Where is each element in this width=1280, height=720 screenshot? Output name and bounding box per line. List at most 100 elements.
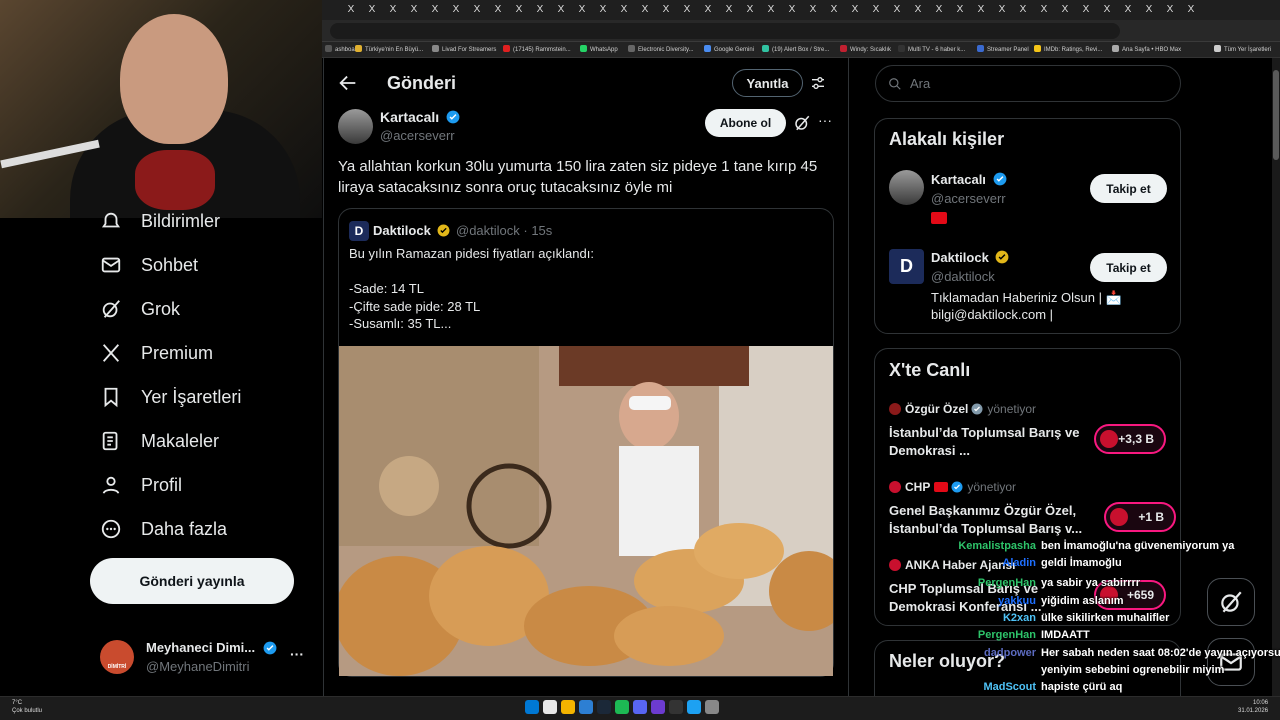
related-avatar[interactable] bbox=[889, 170, 924, 205]
more-options-icon[interactable]: ··· bbox=[818, 113, 834, 130]
tab-close-icon[interactable]: X bbox=[427, 3, 443, 17]
live-host[interactable]: CHP yönetiyor bbox=[889, 480, 1016, 494]
related-avatar[interactable]: D bbox=[889, 249, 924, 284]
nav-item-yer-i-şaretleri[interactable]: Yer İşaretleri bbox=[100, 381, 241, 413]
quote-author-name[interactable]: Daktilock bbox=[373, 223, 450, 238]
twitch-icon[interactable] bbox=[651, 700, 665, 714]
spotify-icon[interactable] bbox=[615, 700, 629, 714]
tab-close-icon[interactable]: X bbox=[1078, 3, 1094, 17]
tab-close-icon[interactable]: X bbox=[616, 3, 632, 17]
nav-item-bildirimler[interactable]: Bildirimler bbox=[100, 205, 220, 237]
scrollbar-thumb[interactable] bbox=[1273, 70, 1279, 160]
bookmark-item[interactable]: Windy: Sıcaklık bbox=[840, 44, 891, 56]
tab-close-icon[interactable]: X bbox=[1183, 3, 1199, 17]
tab-close-icon[interactable]: X bbox=[1162, 3, 1178, 17]
tab-close-icon[interactable]: X bbox=[679, 3, 695, 17]
subscribe-button[interactable]: Abone ol bbox=[705, 109, 786, 137]
live-listeners-pill[interactable]: +3,3 B bbox=[1094, 424, 1166, 454]
tab-close-icon[interactable]: X bbox=[574, 3, 590, 17]
account-switcher[interactable]: DİMİTRİ Meyhaneci Dimi... @MeyhaneDimitr… bbox=[100, 638, 322, 680]
bookmark-item[interactable]: Ana Sayfa • HBO Max bbox=[1112, 44, 1181, 56]
tab-close-icon[interactable]: X bbox=[994, 3, 1010, 17]
bookmark-item[interactable]: IMDb: Ratings, Revi... bbox=[1034, 44, 1102, 56]
bookmark-item[interactable]: (19) Alert Box / Stre... bbox=[762, 44, 829, 56]
tab-close-icon[interactable]: X bbox=[868, 3, 884, 17]
tab-close-icon[interactable]: X bbox=[343, 3, 359, 17]
tab-close-icon[interactable]: X bbox=[1015, 3, 1031, 17]
tab-close-icon[interactable]: X bbox=[658, 3, 674, 17]
related-name[interactable]: Kartacalı bbox=[931, 172, 1007, 187]
tab-close-icon[interactable]: X bbox=[364, 3, 380, 17]
nav-item-profil[interactable]: Profil bbox=[100, 469, 182, 501]
tab-close-icon[interactable]: X bbox=[1036, 3, 1052, 17]
bookmark-item[interactable]: Multi TV - 6 haber k... bbox=[898, 44, 965, 56]
tab-close-icon[interactable]: X bbox=[490, 3, 506, 17]
tab-close-icon[interactable]: X bbox=[1120, 3, 1136, 17]
tab-close-icon[interactable]: X bbox=[847, 3, 863, 17]
bookmark-item[interactable]: WhatsApp bbox=[580, 44, 618, 56]
follow-button[interactable]: Takip et bbox=[1090, 174, 1167, 203]
nav-item-grok[interactable]: Grok bbox=[100, 293, 180, 325]
search-input[interactable]: Ara bbox=[875, 65, 1181, 102]
live-space-title[interactable]: İstanbul’da Toplumsal Barış ve Demokrasi… bbox=[889, 424, 1089, 460]
tab-close-icon[interactable]: X bbox=[763, 3, 779, 17]
edge-icon[interactable] bbox=[579, 700, 593, 714]
tab-close-icon[interactable]: X bbox=[385, 3, 401, 17]
follow-button[interactable]: Takip et bbox=[1090, 253, 1167, 282]
chrome-icon[interactable] bbox=[543, 700, 557, 714]
file-explorer-icon[interactable] bbox=[561, 700, 575, 714]
tab-close-icon[interactable]: X bbox=[448, 3, 464, 17]
author-name[interactable]: Kartacalı bbox=[380, 109, 460, 125]
tab-close-icon[interactable]: X bbox=[1057, 3, 1073, 17]
system-clock[interactable]: 10:06 31.01.2026 bbox=[1238, 699, 1268, 715]
bookmark-item[interactable]: Türkiye'nin En Büyü... bbox=[355, 44, 423, 56]
tab-close-icon[interactable]: X bbox=[595, 3, 611, 17]
tab-close-icon[interactable]: X bbox=[805, 3, 821, 17]
quote-author-avatar[interactable]: D bbox=[349, 221, 369, 241]
live-host[interactable]: Özgür Özel yönetiyor bbox=[889, 402, 1036, 416]
tab-close-icon[interactable]: X bbox=[721, 3, 737, 17]
tab-close-icon[interactable]: X bbox=[553, 3, 569, 17]
tab-close-icon[interactable]: X bbox=[784, 3, 800, 17]
nav-item-sohbet[interactable]: Sohbet bbox=[100, 249, 198, 281]
tab-close-icon[interactable]: X bbox=[637, 3, 653, 17]
steam-icon[interactable] bbox=[597, 700, 611, 714]
bookmark-item[interactable]: Electronic Diversity... bbox=[628, 44, 694, 56]
tab-close-icon[interactable]: X bbox=[532, 3, 548, 17]
author-avatar[interactable] bbox=[338, 109, 373, 144]
sliders-icon[interactable] bbox=[810, 75, 826, 91]
nav-item-premium[interactable]: Premium bbox=[100, 337, 213, 369]
weather-widget[interactable]: 7°C Çok bulutlu bbox=[12, 699, 42, 715]
tab-close-icon[interactable]: X bbox=[889, 3, 905, 17]
bookmark-item[interactable]: Livad For Streamers bbox=[432, 44, 496, 56]
tab-close-icon[interactable]: X bbox=[511, 3, 527, 17]
tab-close-icon[interactable]: X bbox=[742, 3, 758, 17]
account-more-icon[interactable]: ··· bbox=[290, 646, 304, 662]
bookmark-item[interactable]: Streamer Panel bbox=[977, 44, 1029, 56]
x-app-icon[interactable] bbox=[687, 700, 701, 714]
obs-icon[interactable] bbox=[669, 700, 683, 714]
tab-close-icon[interactable]: X bbox=[700, 3, 716, 17]
tab-close-icon[interactable]: X bbox=[952, 3, 968, 17]
bookmark-item[interactable]: Tüm Yer İşaretleri bbox=[1214, 44, 1271, 56]
bookmark-item[interactable]: (17145) Rammstein... bbox=[503, 44, 571, 56]
tab-close-icon[interactable]: X bbox=[469, 3, 485, 17]
bookmark-item[interactable]: Google Gemini bbox=[704, 44, 754, 56]
post-button[interactable]: Gönderi yayınla bbox=[90, 558, 294, 604]
tab-close-icon[interactable]: X bbox=[406, 3, 422, 17]
related-name[interactable]: Daktilock bbox=[931, 250, 1009, 265]
tab-close-icon[interactable]: X bbox=[973, 3, 989, 17]
back-arrow-icon[interactable] bbox=[337, 72, 359, 94]
tab-close-icon[interactable]: X bbox=[1141, 3, 1157, 17]
tab-close-icon[interactable]: X bbox=[826, 3, 842, 17]
address-bar[interactable] bbox=[330, 23, 1120, 39]
reply-button[interactable]: Yanıtla bbox=[732, 69, 803, 97]
grok-icon[interactable] bbox=[793, 114, 811, 132]
author-handle[interactable]: @acerseverr bbox=[380, 128, 455, 143]
nav-item-daha-fazla[interactable]: Daha fazla bbox=[100, 513, 227, 545]
settings-icon[interactable] bbox=[705, 700, 719, 714]
tab-close-icon[interactable]: X bbox=[931, 3, 947, 17]
live-space-title[interactable]: Genel Başkanımız Özgür Özel, İstanbul’da… bbox=[889, 502, 1089, 538]
tab-close-icon[interactable]: X bbox=[910, 3, 926, 17]
quote-media-image[interactable] bbox=[339, 346, 833, 676]
